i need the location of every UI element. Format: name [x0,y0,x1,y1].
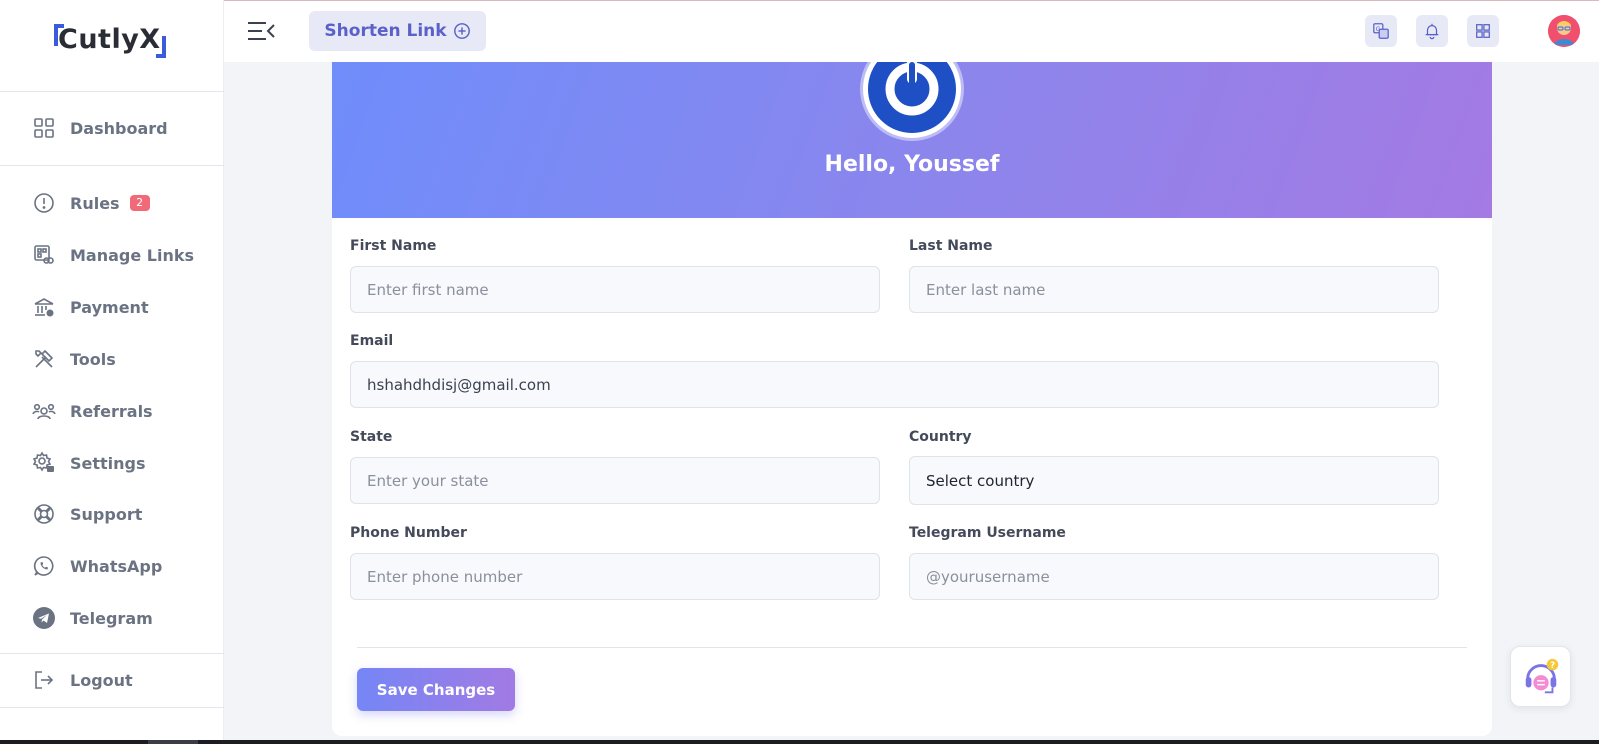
first-name-label: First Name [350,238,437,254]
last-name-label: Last Name [909,238,993,254]
avatar[interactable] [1548,15,1580,47]
plus-circle-icon [453,23,470,39]
sidebar-item-whatsapp[interactable]: WhatsApp [32,551,162,581]
form-divider [357,647,1467,648]
tools-icon [35,349,54,368]
sidebar-item-settings[interactable]: Settings [32,448,146,478]
svg-text:?: ? [1550,660,1555,670]
lifebuoy-icon [34,504,54,524]
link-manage-icon [34,245,54,264]
phone-input[interactable] [350,553,880,600]
sidebar-item-label: Settings [70,453,146,473]
alert-circle-icon [34,193,54,213]
telegram-icon [33,607,55,629]
last-name-input[interactable] [909,266,1439,313]
greeting-text: Hello, Youssef [824,152,1000,177]
phone-label: Phone Number [350,525,467,541]
svg-text:G: G [1376,26,1381,33]
sidebar-item-telegram[interactable]: Telegram [32,603,153,633]
whatsapp-icon [33,556,54,576]
country-label: Country [909,429,972,445]
sidebar-item-label: Payment [70,297,149,317]
first-name-input[interactable] [350,266,880,313]
sidebar-divider [0,707,224,708]
sidebar-divider [0,653,224,654]
sidebar-item-label: Support [70,504,143,524]
sidebar-item-label: Logout [70,670,133,690]
sidebar-item-rules[interactable]: Rules 2 [32,188,150,218]
sidebar-item-label: WhatsApp [70,556,163,576]
headset-icon: ? [1525,658,1558,693]
brand-logo[interactable]: CutlyX [52,22,172,62]
telegram-username-input[interactable] [909,553,1439,600]
sidebar-item-label: Manage Links [70,245,195,265]
save-changes-button[interactable]: Save Changes [357,668,515,711]
sidebar-item-label: Dashboard [70,118,168,138]
profile-card: Hello, Youssef First Name Last Name Emai… [332,62,1492,736]
grid-icon [34,118,54,138]
sidebar-divider [0,165,224,166]
bell-icon[interactable] [1416,15,1448,47]
state-label: State [350,429,393,445]
profile-avatar [863,62,961,138]
taskbar-highlight [148,740,198,744]
gear-icon [32,451,54,472]
logout-icon [35,671,54,689]
sidebar-item-label: Telegram [70,608,153,628]
sidebar-item-tools[interactable]: Tools [32,344,116,374]
rules-count-badge: 2 [129,195,150,211]
bank-icon [34,298,54,317]
sidebar-item-label: Rules [70,193,120,213]
sidebar-item-payment[interactable]: Payment [32,292,149,322]
support-chat-widget[interactable]: ? [1510,646,1571,707]
translate-icon[interactable]: G [1365,15,1397,47]
country-select[interactable]: Select country [909,456,1439,505]
telegram-username-label: Telegram Username [909,525,1066,541]
shorten-link-label: Shorten Link [324,21,447,41]
email-input[interactable] [350,361,1439,408]
power-icon [868,62,956,133]
sidebar-item-label: Referrals [70,401,153,421]
sidebar-item-manage-links[interactable]: Manage Links [32,240,194,270]
sidebar-item-label: Tools [70,349,116,369]
logo-bracket-right [156,36,166,58]
country-selected-value: Select country [926,471,1035,490]
email-label: Email [350,333,394,349]
sidebar-divider [0,91,224,92]
apps-grid-icon[interactable] [1467,15,1499,47]
taskbar-strip [0,740,1599,744]
sidebar-item-logout[interactable]: Logout [32,665,133,695]
state-input[interactable] [350,457,880,504]
sidebar-item-support[interactable]: Support [32,499,142,529]
sidebar: CutlyX Dashboard Rules 2 Manage Links Pa… [0,0,224,744]
shorten-link-button[interactable]: Shorten Link [309,11,486,51]
sidebar-item-dashboard[interactable]: Dashboard [32,113,168,143]
top-header: Shorten Link G [224,1,1599,62]
users-icon [32,403,56,420]
profile-banner: Hello, Youssef [332,62,1492,218]
brand-name: CutlyX [58,24,161,55]
sidebar-item-referrals[interactable]: Referrals [32,396,153,426]
menu-toggle-icon[interactable] [246,19,276,43]
